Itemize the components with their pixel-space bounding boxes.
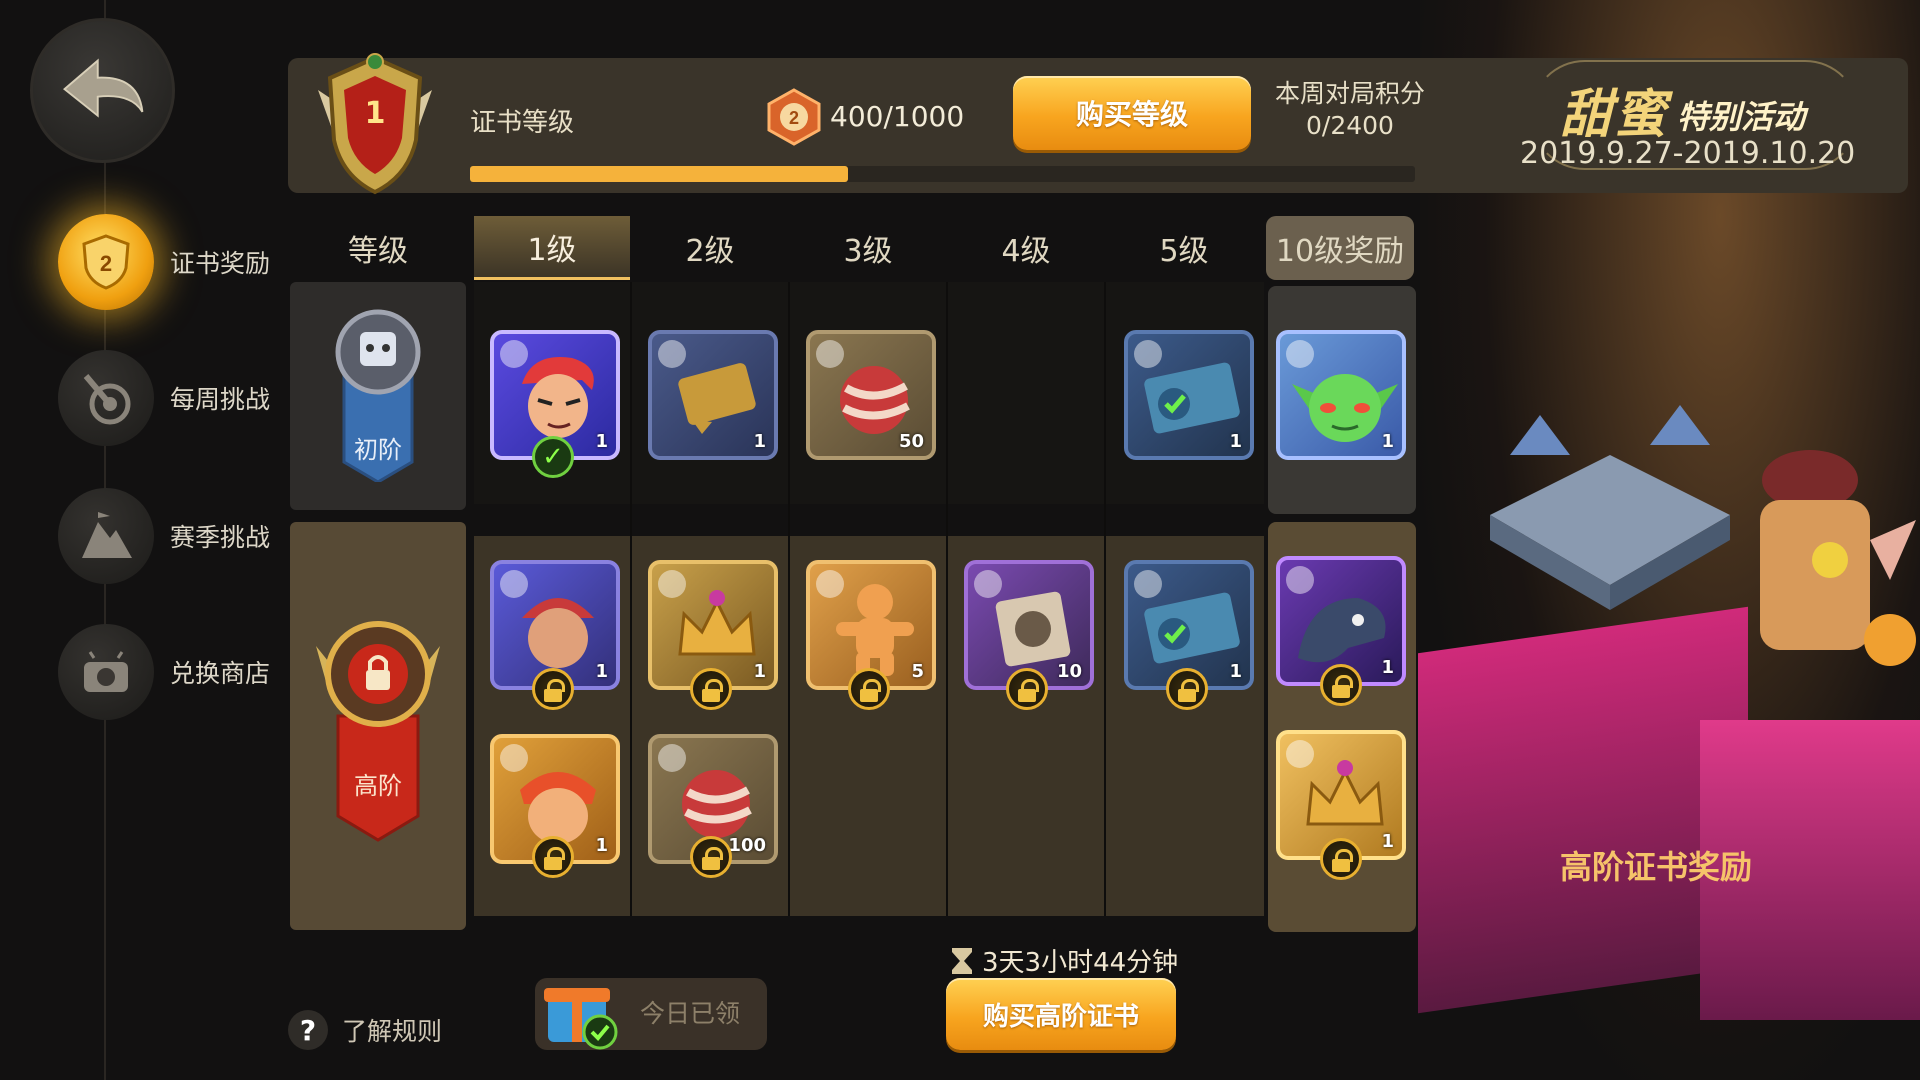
level-header: 等级: [348, 234, 408, 269]
reward-count: 50: [898, 431, 924, 452]
tab-level-4[interactable]: 4级: [948, 216, 1104, 280]
column-divider: [1104, 282, 1106, 916]
advanced-tier-banner: 高阶: [310, 616, 446, 846]
ticket-icon: [1144, 592, 1240, 664]
reward-count: 1: [753, 431, 766, 452]
gingerbread-icon: [836, 584, 914, 676]
xp-medal-icon: 2: [765, 88, 823, 146]
reward-count: 1: [1381, 431, 1394, 452]
reward-count: 1: [1381, 831, 1394, 852]
column-divider: [630, 282, 632, 916]
reward-count: 1: [595, 431, 608, 452]
lock-icon: [1320, 838, 1362, 880]
character-portrait-icon: [522, 357, 594, 438]
gift-box-icon: [540, 970, 620, 1050]
crown-icon: [1306, 760, 1384, 826]
sidebar-item-label: 每周挑战: [170, 385, 271, 414]
weekly-score: 本周对局积分 0/2400: [1270, 78, 1430, 142]
basic-tier-header: 初阶: [290, 282, 466, 510]
lock-icon: [1320, 664, 1362, 706]
tab-level-5[interactable]: 5级: [1106, 216, 1262, 280]
reward-emote-goblin[interactable]: 1: [1276, 330, 1406, 460]
tab-level-10-reward[interactable]: 10级奖励: [1266, 216, 1414, 280]
claimed-check-icon: ✓: [532, 436, 574, 478]
lock-icon: [690, 836, 732, 878]
reward-count: 100: [728, 835, 766, 856]
sidebar-item-season-challenge[interactable]: 赛季挑战: [58, 488, 270, 584]
reward-count: 1: [1381, 657, 1394, 678]
tab-level-1[interactable]: 1级: [474, 216, 630, 280]
lock-icon: [532, 668, 574, 710]
advanced-tier-header: 高阶: [290, 522, 466, 930]
column-divider: [946, 282, 948, 916]
event-subtitle: 特别活动: [1677, 98, 1806, 136]
tab-level-2[interactable]: 2级: [632, 216, 788, 280]
help-icon: ?: [288, 1010, 328, 1050]
sidebar-item-exchange-shop[interactable]: 兑换商店: [58, 624, 270, 720]
cert-level-label: 证书等级: [470, 108, 575, 138]
season-timer: 3天3小时44分钟: [950, 942, 1178, 979]
advanced-tier-label: 高阶: [354, 772, 402, 800]
reward-count: 1: [595, 835, 608, 856]
shield-icon: 2: [58, 214, 154, 310]
hourglass-icon: [952, 947, 972, 974]
promo-board-art: [1480, 395, 1740, 615]
reward-count: 1: [1229, 661, 1242, 682]
sidebar-item-label: 证书奖励: [170, 249, 271, 278]
gold-card-icon: [678, 363, 756, 434]
reward-card-item[interactable]: 1: [648, 330, 778, 460]
xp-counter: 400/1000: [830, 100, 965, 133]
reward-count: 10: [1056, 661, 1082, 682]
promo-pedestal: [1418, 606, 1748, 1014]
weekly-score-label: 本周对局积分: [1274, 79, 1425, 108]
crown-icon: [678, 590, 756, 656]
column-divider: [788, 282, 790, 916]
back-button[interactable]: [30, 18, 175, 163]
tab-level-3[interactable]: 3级: [790, 216, 946, 280]
event-dates: 2019.9.27-2019.10.20: [1520, 136, 1856, 171]
lock-icon: [690, 668, 732, 710]
lock-icon: [532, 836, 574, 878]
mountain-icon: [58, 488, 154, 584]
sidebar-item-label: 赛季挑战: [170, 523, 271, 552]
xp-progress-bar: [470, 166, 1415, 182]
xp-progress-fill: [470, 166, 848, 182]
target-icon: [58, 350, 154, 446]
lock-icon: [1166, 668, 1208, 710]
timer-text: 3天3小时44分钟: [982, 948, 1179, 978]
weekly-score-value: 0/2400: [1306, 111, 1394, 140]
advanced-reward-label: 高阶证书奖励: [1560, 848, 1753, 886]
reward-count: 1: [595, 661, 608, 682]
sidebar-item-weekly-challenge[interactable]: 每周挑战: [58, 350, 270, 446]
basic-tier-label: 初阶: [354, 436, 402, 464]
reward-count: 1: [1229, 431, 1242, 452]
rules-label: 了解规则: [342, 1017, 443, 1046]
rules-link[interactable]: ? 了解规则: [288, 1010, 442, 1050]
lock-icon: [848, 668, 890, 710]
reward-count: 5: [911, 661, 924, 682]
sidebar-item-cert-rewards[interactable]: 2 证书奖励: [58, 214, 270, 310]
ticket-icon: [1144, 362, 1240, 434]
buy-advanced-cert-button[interactable]: 购买高阶证书: [946, 978, 1176, 1050]
lock-icon: [1006, 668, 1048, 710]
promo-character-art: [1720, 420, 1920, 720]
back-arrow-icon: [63, 58, 144, 118]
reward-count: 1: [753, 661, 766, 682]
reward-candy-item[interactable]: 50: [806, 330, 936, 460]
buy-level-button[interactable]: 购买等级: [1013, 76, 1251, 150]
reward-ticket-item[interactable]: 1: [1124, 330, 1254, 460]
svg-text:2: 2: [789, 108, 799, 128]
character-portrait-icon: [522, 598, 594, 668]
sidebar-item-label: 兑换商店: [170, 659, 271, 688]
basic-tier-banner: 初阶: [330, 302, 426, 484]
shop-icon: [58, 624, 154, 720]
claimed-label: 今日已领: [640, 999, 741, 1028]
cert-level-badge: 1: [300, 50, 450, 200]
svg-text:2: 2: [100, 251, 112, 276]
cert-level-number: 1: [364, 96, 386, 131]
